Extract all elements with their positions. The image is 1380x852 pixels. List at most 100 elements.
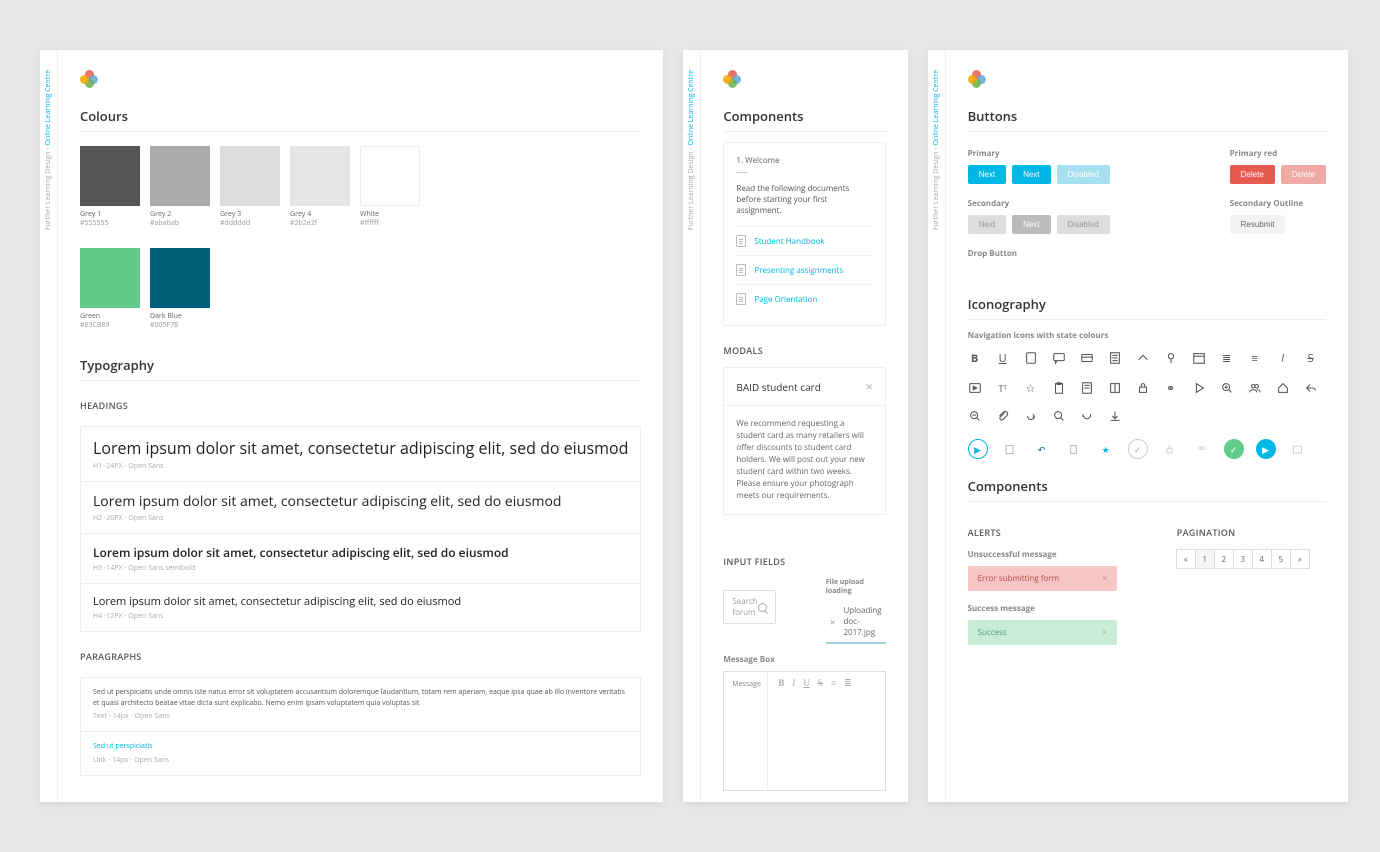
resubmit-button[interactable]: Resubmit (1230, 215, 1286, 234)
link-sample[interactable]: Sed ut perspiciatis (93, 742, 153, 751)
upload-label: File upload loading (826, 578, 886, 596)
page-item[interactable]: « (1176, 549, 1196, 569)
page-item[interactable]: 1 (1195, 549, 1215, 569)
sidebar-label: Further Learning Design - Online Learnin… (932, 70, 941, 230)
notes-icon (1080, 381, 1094, 395)
upload-cancel-icon[interactable]: × (830, 615, 836, 629)
logo-icon (80, 70, 98, 88)
play-solid-icon[interactable]: ▶ (1256, 439, 1276, 459)
success-text: Success (978, 627, 1007, 638)
paragraph-sample: Sed ut perspiciatis unde omnis iste natu… (93, 688, 628, 709)
bold-icon[interactable]: B (778, 678, 784, 784)
next-button[interactable]: Next (968, 165, 1006, 184)
icon-subheading: Navigation icons with state colours (968, 330, 1326, 341)
pin-icon (1164, 351, 1178, 365)
strike-icon: S (1304, 351, 1318, 365)
underline-icon[interactable]: U (803, 678, 810, 784)
heading-meta: H1 -24PX - Open Sans (93, 462, 628, 471)
message-box[interactable]: Message B I U S ≡ ≣ (723, 671, 885, 791)
refresh-icon (1080, 409, 1094, 423)
strike-icon[interactable]: S (818, 678, 823, 784)
zoom-in-icon (1220, 381, 1234, 395)
state-icon-row: ▶ ↶ ★ ✓ ✓ ▶ (968, 439, 1326, 459)
page-item[interactable]: 5 (1271, 549, 1291, 569)
heading-meta: H2 -20PX - Open Sans (93, 514, 628, 523)
success-alert-label: Success message (968, 603, 1117, 614)
text-size-icon: TT (996, 381, 1010, 395)
logo-icon (968, 70, 986, 88)
check-outline-icon[interactable]: ✓ (1128, 439, 1148, 459)
secondary-label: Secondary (968, 198, 1110, 209)
swatch-grid: Grey 1#555555Grey 2#abababGrey 3#ddddddG… (80, 146, 641, 330)
play-icon (1192, 381, 1206, 395)
document-link[interactable]: Student Handbook (736, 226, 872, 255)
colour-swatch: Grey 4#2b2e2f (290, 146, 350, 228)
next-button-hover[interactable]: Next (1012, 165, 1050, 184)
heading-sample: Lorem ipsum dolor sit amet, consectetur … (93, 544, 628, 561)
page-item[interactable]: 4 (1252, 549, 1272, 569)
inputs-subheading: INPUT FIELDS (723, 555, 885, 568)
colour-swatch: Grey 2#ababab (150, 146, 210, 228)
success-alert: Success × (968, 620, 1117, 645)
page-item[interactable]: 2 (1214, 549, 1234, 569)
pagination-heading: PAGINATION (1177, 526, 1326, 539)
sidebar-label: Further Learning Design - Online Learnin… (44, 70, 53, 230)
play-rect-icon (968, 381, 982, 395)
typography-heading: Typography (80, 356, 641, 381)
search-icon (1052, 409, 1066, 423)
modal-title: BAID student card (736, 380, 820, 394)
document-link[interactable]: Presenting assignments (736, 255, 872, 284)
drop-button-label: Drop Button (968, 248, 1110, 259)
bold-icon: B (968, 351, 982, 365)
panel-colours-typography: Further Learning Design - Online Learnin… (40, 50, 663, 802)
clipboard-icon (1052, 381, 1066, 395)
search-input[interactable]: Search forum (723, 590, 775, 624)
home-icon (1276, 381, 1290, 395)
iconography-heading: Iconography (968, 295, 1326, 320)
messagebox-label: Message Box (723, 654, 885, 665)
panel-sidebar: Further Learning Design - Online Learnin… (928, 50, 946, 802)
file-state-icon (1064, 439, 1084, 459)
document-link[interactable]: Page Orientation (736, 284, 872, 313)
image-state-icon (1288, 439, 1308, 459)
icon-grid-row2: TT ☆ ⚭ (968, 381, 1326, 423)
document-icon (1024, 351, 1038, 365)
attachment-icon (996, 409, 1010, 423)
page-item[interactable]: 3 (1233, 549, 1253, 569)
page-item[interactable]: » (1290, 549, 1310, 569)
file-upload[interactable]: × Uploading doc-2017.jpg (826, 600, 886, 644)
alert-close-icon[interactable]: × (1102, 573, 1107, 584)
alert-close-icon[interactable]: × (1102, 627, 1107, 638)
primary-red-label: Primary red (1230, 148, 1326, 159)
delete-button[interactable]: Delete (1230, 165, 1275, 184)
document-icon (736, 264, 746, 276)
message-field-label: Message (724, 672, 768, 790)
modals-subheading: MODALS (723, 344, 885, 357)
list-icon[interactable]: ≡ (831, 678, 836, 784)
alerts-heading: ALERTS (968, 526, 1117, 539)
panel-buttons-icons: Further Learning Design - Online Learnin… (928, 50, 1348, 802)
sidebar-label: Further Learning Design - Online Learnin… (687, 70, 696, 230)
search-placeholder: Search forum (732, 596, 757, 618)
disabled-button: Disabled (1057, 165, 1110, 184)
next-secondary-hover[interactable]: Next (1012, 215, 1050, 234)
icon-grid-row1: B U ≣ ≡ I S (968, 351, 1326, 365)
paragraphs-subheading: PARAGRAPHS (80, 650, 641, 663)
reply-state-icon[interactable]: ↶ (1032, 439, 1052, 459)
panel-sidebar: Further Learning Design - Online Learnin… (683, 50, 701, 802)
lock-icon (1136, 381, 1150, 395)
intro-text: Read the following documents before star… (736, 183, 872, 216)
star-state-icon[interactable]: ★ (1096, 439, 1116, 459)
editor-toolbar[interactable]: B I U S ≡ ≣ (768, 672, 884, 790)
headings-subheading: HEADINGS (80, 399, 641, 412)
pagination: «12345» (1177, 549, 1326, 569)
buttons-heading: Buttons (968, 107, 1326, 132)
colour-swatch: Green#63CB89 (80, 248, 140, 330)
modal-close-icon[interactable]: × (866, 378, 873, 395)
italic-icon[interactable]: I (792, 678, 795, 784)
list-numbered-icon[interactable]: ≣ (844, 678, 852, 784)
chat-icon (1052, 351, 1066, 365)
next-secondary-button[interactable]: Next (968, 215, 1006, 234)
modal-body-text: We recommend requesting a student card a… (724, 406, 884, 514)
play-outline-icon[interactable]: ▶ (968, 439, 988, 459)
